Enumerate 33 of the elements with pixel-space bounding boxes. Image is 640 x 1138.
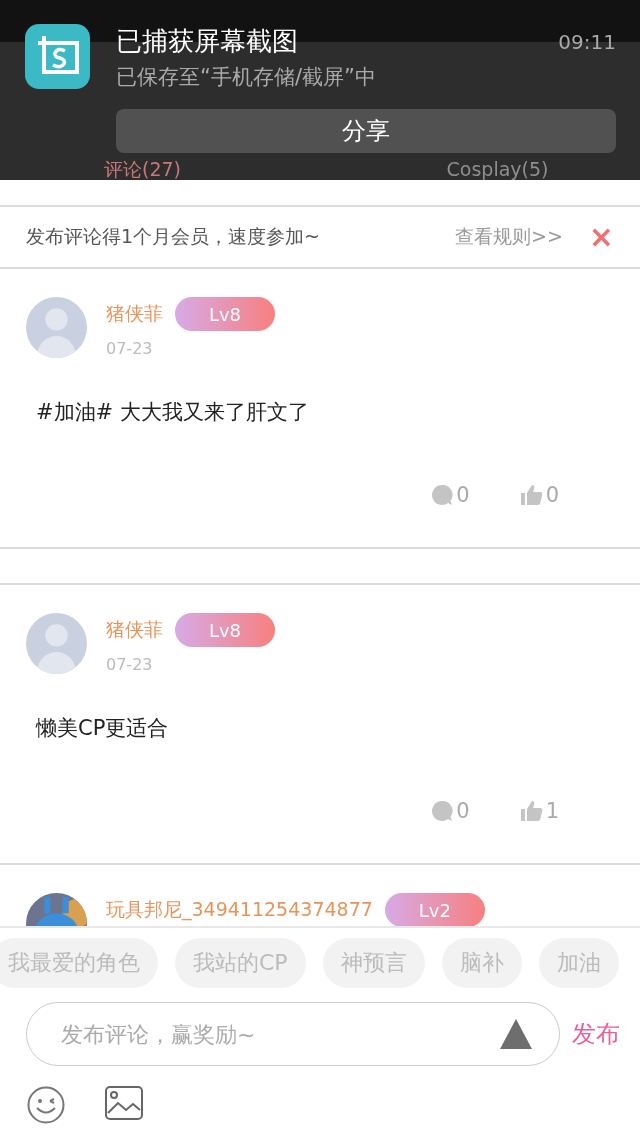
share-button[interactable]: 分享 <box>116 109 616 153</box>
close-button[interactable]: × <box>588 222 614 252</box>
notification-title: 已捕获屏幕截图 <box>116 25 298 58</box>
comment-input-field[interactable]: 发布评论，赢奖励~ <box>26 1002 560 1066</box>
comment-icon[interactable] <box>430 799 455 823</box>
level-badge: Lv2 <box>384 893 485 926</box>
notification-time: 09:11 <box>558 30 616 54</box>
publish-button[interactable]: 发布 <box>572 1018 620 1050</box>
reply-count: 0 <box>456 799 470 823</box>
rules-link[interactable]: 查看规则>> <box>455 224 563 250</box>
like-count: 0 <box>545 483 559 507</box>
comment-icon[interactable] <box>430 483 455 507</box>
thumbs-up-icon[interactable] <box>519 483 544 507</box>
level-badge: Lv8 <box>175 297 275 331</box>
comment-date: 07-23 <box>106 655 154 674</box>
banner-text: 发布评论得1个月会员，速度参加~ <box>26 224 321 249</box>
triangle-icon[interactable] <box>500 1019 532 1049</box>
user-name[interactable]: 猪侠菲 <box>106 301 163 327</box>
comment-date: 07-23 <box>106 339 154 358</box>
user-name[interactable]: 玩具邦尼_349411254374877 <box>106 897 373 923</box>
thumbs-up-icon[interactable] <box>519 799 544 823</box>
like-count: 1 <box>545 799 559 823</box>
reply-count: 0 <box>456 483 470 507</box>
comment-text: 懒美CP更适合 <box>36 715 170 742</box>
comment-text: #加油# 大大我又来了肝文了 <box>36 399 310 426</box>
image-icon[interactable] <box>105 1086 143 1120</box>
notification-text: 已保存至“手机存储/截屏”中 <box>116 64 377 91</box>
emoji-icon[interactable] <box>27 1086 65 1124</box>
screenshot-app-icon <box>25 24 90 89</box>
level-badge: Lv8 <box>175 613 275 647</box>
user-name[interactable]: 猪侠菲 <box>106 617 163 643</box>
tab[interactable]: Cosplay(5) <box>446 158 549 180</box>
tab[interactable]: 评论(27) <box>104 158 181 180</box>
